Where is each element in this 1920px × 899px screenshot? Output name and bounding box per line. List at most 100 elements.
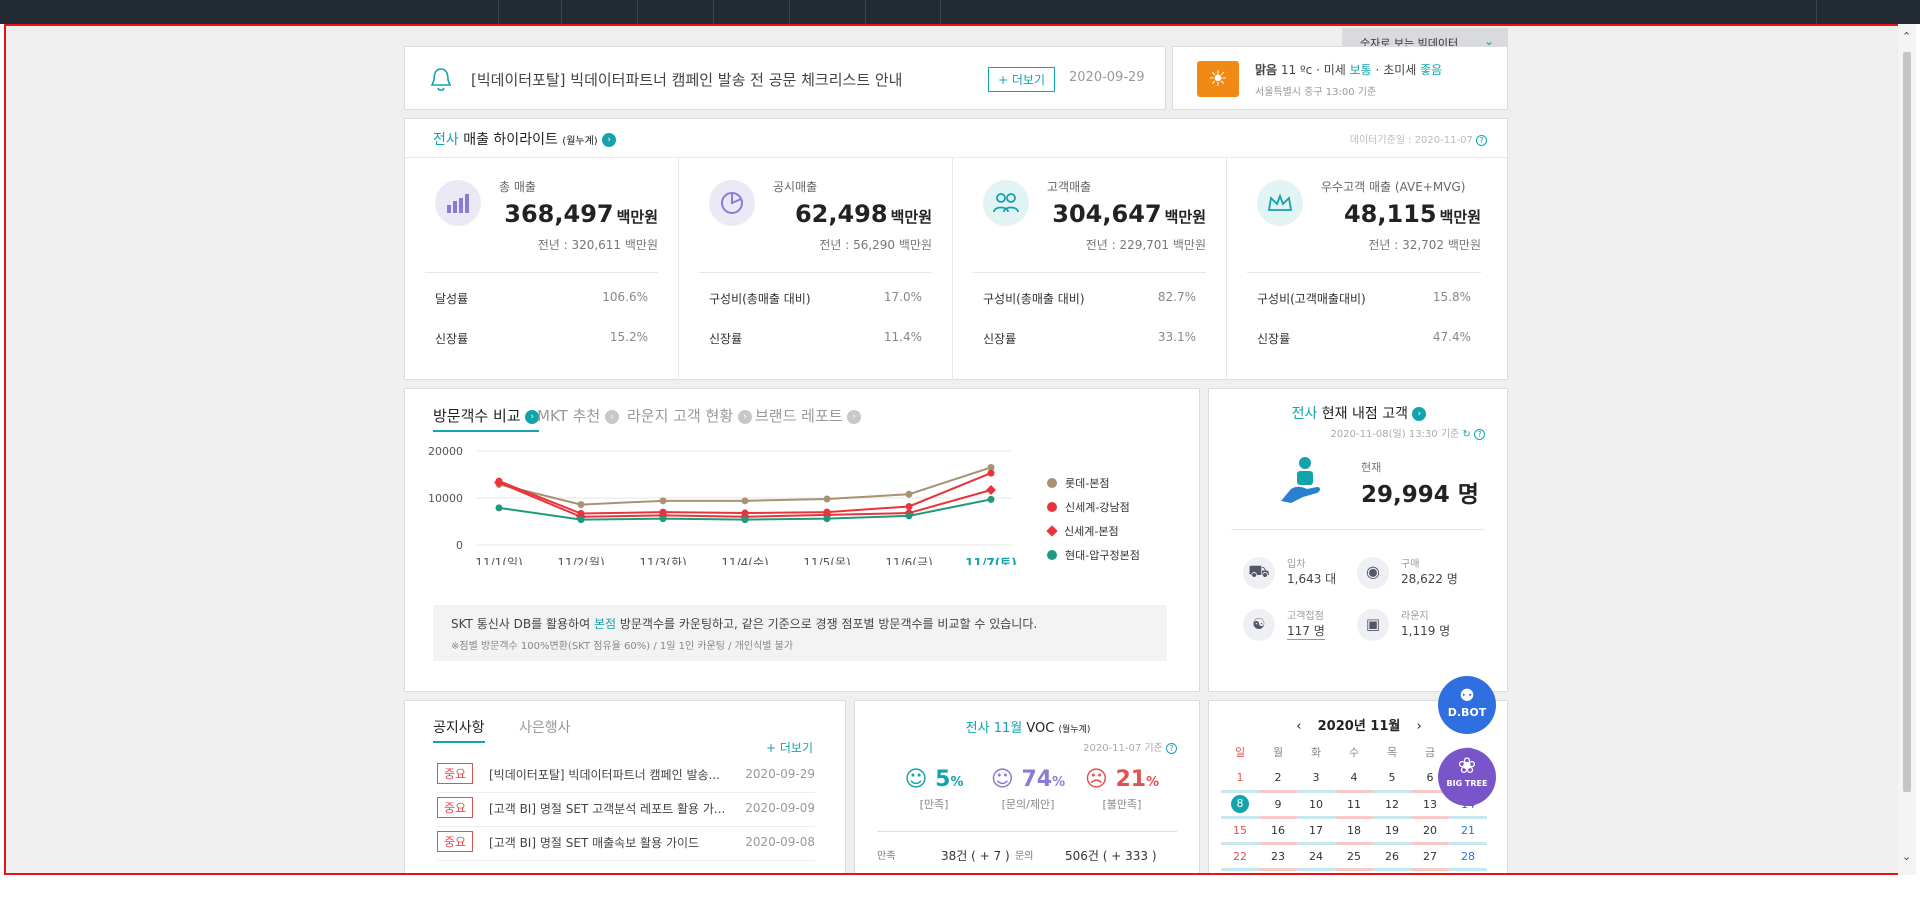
- chevron-right-icon[interactable]: ›: [1412, 407, 1427, 421]
- nav-separator: [498, 0, 499, 24]
- series-line: [498, 472, 992, 515]
- kpi-label: 우수고객 매출 (AVE+MVG): [1321, 180, 1466, 194]
- weekday-label: 월: [1272, 746, 1284, 759]
- store-title-prefix: 전사: [1291, 406, 1318, 422]
- data-point: [495, 504, 503, 512]
- calendar-day[interactable]: 3: [1297, 765, 1335, 793]
- voc-count-label: 만족: [877, 851, 896, 862]
- bigtree-label: BIG TREE: [1446, 779, 1488, 788]
- kpi-prev-year: 전년 : 56,290 백만원: [819, 238, 932, 252]
- tab-lounge-status[interactable]: 라운지 고객 현황 ›: [627, 405, 752, 426]
- kpi-row-value: 33.1%: [1157, 330, 1196, 344]
- tab-visitor-compare[interactable]: 방문객수 비교 ›: [433, 405, 540, 432]
- pie-chart-icon: [709, 180, 755, 226]
- smile-face-icon: ☺: [904, 767, 928, 792]
- calendar-day[interactable]: 27: [1411, 843, 1449, 871]
- kpi-card-customer: 고객매출 304,647 백만원 전년 : 229,701 백만원 구성비(총매출…: [953, 158, 1227, 380]
- calendar-day[interactable]: 17: [1297, 817, 1335, 845]
- calendar-day[interactable]: 15: [1221, 817, 1259, 845]
- calendar-day[interactable]: 5: [1373, 765, 1411, 793]
- y-tick-label: 10000: [428, 492, 463, 505]
- users-icon: [983, 180, 1029, 226]
- data-point: [905, 490, 913, 498]
- dbot-button[interactable]: ⚉ D.BOT: [1438, 676, 1496, 734]
- chevron-right-icon[interactable]: ›: [602, 133, 617, 147]
- data-point: [577, 501, 585, 509]
- notice-item[interactable]: 중요 [고객 BI] 명절 SET 매출속보 활용 가이드 2020-09-08: [437, 831, 815, 861]
- calendar-day[interactable]: 9: [1259, 791, 1297, 819]
- calendar-day[interactable]: 19: [1373, 817, 1411, 845]
- calendar-day[interactable]: 10: [1297, 791, 1335, 819]
- neutral-face-icon: ☺: [990, 767, 1014, 792]
- help-icon[interactable]: ?: [1474, 428, 1485, 440]
- visit-note-sub: ※점별 방문객수 100%변환(SKT 점유율 60%) / 1일 1인 카운팅…: [451, 641, 794, 652]
- kpi-unit: 백만원: [1164, 208, 1206, 226]
- help-icon[interactable]: ?: [1166, 742, 1177, 754]
- x-tick-label: 11/4(수): [721, 556, 768, 565]
- weather-temp: 11 ºc: [1280, 63, 1313, 77]
- scroll-up-icon[interactable]: ⌃: [1902, 30, 1911, 43]
- nav-separator: [789, 0, 790, 24]
- help-icon[interactable]: ?: [1476, 134, 1487, 146]
- notice-item[interactable]: 중요 [고객 BI] 명절 SET 고객분석 레포트 활용 가... 2020-…: [437, 797, 815, 827]
- notices-more-link[interactable]: + 더보기: [766, 739, 813, 756]
- voc-label: [만족]: [919, 798, 949, 811]
- tab-label: MKT 추천: [537, 407, 601, 425]
- calendar-day[interactable]: 23: [1259, 843, 1297, 871]
- today-marker: 8: [1231, 795, 1249, 813]
- kpi-row-1: 달성률 106.6%: [435, 290, 648, 307]
- calendar-day[interactable]: 22: [1221, 843, 1259, 871]
- stat-value[interactable]: 117 명: [1287, 622, 1325, 640]
- scroll-down-icon[interactable]: ⌄: [1902, 850, 1911, 863]
- weekday-label: 일: [1234, 746, 1246, 759]
- tab-label: 브랜드 레포트: [755, 407, 843, 425]
- voc-label: [문의/제안]: [1001, 798, 1055, 811]
- calendar-day[interactable]: 18: [1335, 817, 1373, 845]
- calendar-day[interactable]: 11: [1335, 791, 1373, 819]
- notice-banner-text[interactable]: [빅데이터포탈] 빅데이터파트너 캠페인 발송 전 공문 체크리스트 안내: [471, 69, 902, 90]
- calendar-day[interactable]: 4: [1335, 765, 1373, 793]
- next-month-icon[interactable]: ›: [1417, 719, 1422, 734]
- stat-label: 고객접점: [1287, 611, 1324, 622]
- calendar-day[interactable]: 24: [1297, 843, 1335, 871]
- data-point: [987, 495, 995, 503]
- stat-label: 라운지: [1401, 611, 1429, 622]
- coin-stack-icon: ◉: [1357, 557, 1389, 589]
- stat-value: 1,119 명: [1401, 624, 1451, 638]
- store-timestamp-row: 2020-11-08(일) 13:30 기준 ↻ ?: [1331, 425, 1485, 440]
- now-label: 현재: [1361, 461, 1382, 474]
- calendar-day[interactable]: 1: [1221, 765, 1259, 793]
- prev-month-icon[interactable]: ‹: [1296, 719, 1301, 734]
- calendar-day[interactable]: 16: [1259, 817, 1297, 845]
- calendar-day[interactable]: 20: [1411, 817, 1449, 845]
- stat-lounge: ▣ 라운지 1,119 명: [1357, 607, 1477, 647]
- refresh-icon[interactable]: ↻: [1462, 429, 1470, 440]
- kpi-row-label: 구성비(총매출 대비): [709, 292, 811, 306]
- calendar-day[interactable]: 21: [1449, 817, 1487, 845]
- tab-mkt-recommend[interactable]: MKT 추천 ›: [537, 405, 619, 426]
- scrollbar-thumb[interactable]: [1903, 52, 1911, 792]
- calendar-day[interactable]: 12: [1373, 791, 1411, 819]
- tab-notices[interactable]: 공지사항: [433, 717, 485, 743]
- calendar-day[interactable]: 25: [1335, 843, 1373, 871]
- tab-brand-report[interactable]: 브랜드 레포트 ›: [755, 405, 862, 426]
- calendar-day[interactable]: 2: [1259, 765, 1297, 793]
- kpi-row-2: 신장률 33.1%: [983, 330, 1196, 347]
- kpi-row-label: 신장률: [709, 332, 743, 346]
- kpi-row-label: 신장률: [1257, 332, 1291, 346]
- notice-item[interactable]: 중요 [빅데이터포탈] 빅데이터파트너 캠페인 발송... 2020-09-29: [437, 763, 815, 793]
- notice-more-button[interactable]: + 더보기: [988, 67, 1055, 92]
- calendar-day[interactable]: 26: [1373, 843, 1411, 871]
- tab-gift-events[interactable]: 사은행사: [519, 717, 571, 737]
- weekday-label: 목: [1386, 746, 1398, 759]
- notice-title: [빅데이터포탈] 빅데이터파트너 캠페인 발송...: [489, 768, 720, 782]
- voc-unit: %: [1146, 775, 1160, 790]
- voc-value: 5: [935, 767, 951, 792]
- bigtree-button[interactable]: ❀ BIG TREE: [1438, 748, 1496, 806]
- store-title: 전사 현재 내점 고객 ›: [1209, 403, 1509, 423]
- y-tick-label: 0: [456, 539, 463, 552]
- vertical-scrollbar[interactable]: ⌃ ⌄: [1898, 24, 1916, 875]
- calendar-day[interactable]: 8: [1221, 791, 1259, 819]
- calendar-day[interactable]: 28: [1449, 843, 1487, 871]
- tab-label: 라운지 고객 현황: [627, 407, 734, 425]
